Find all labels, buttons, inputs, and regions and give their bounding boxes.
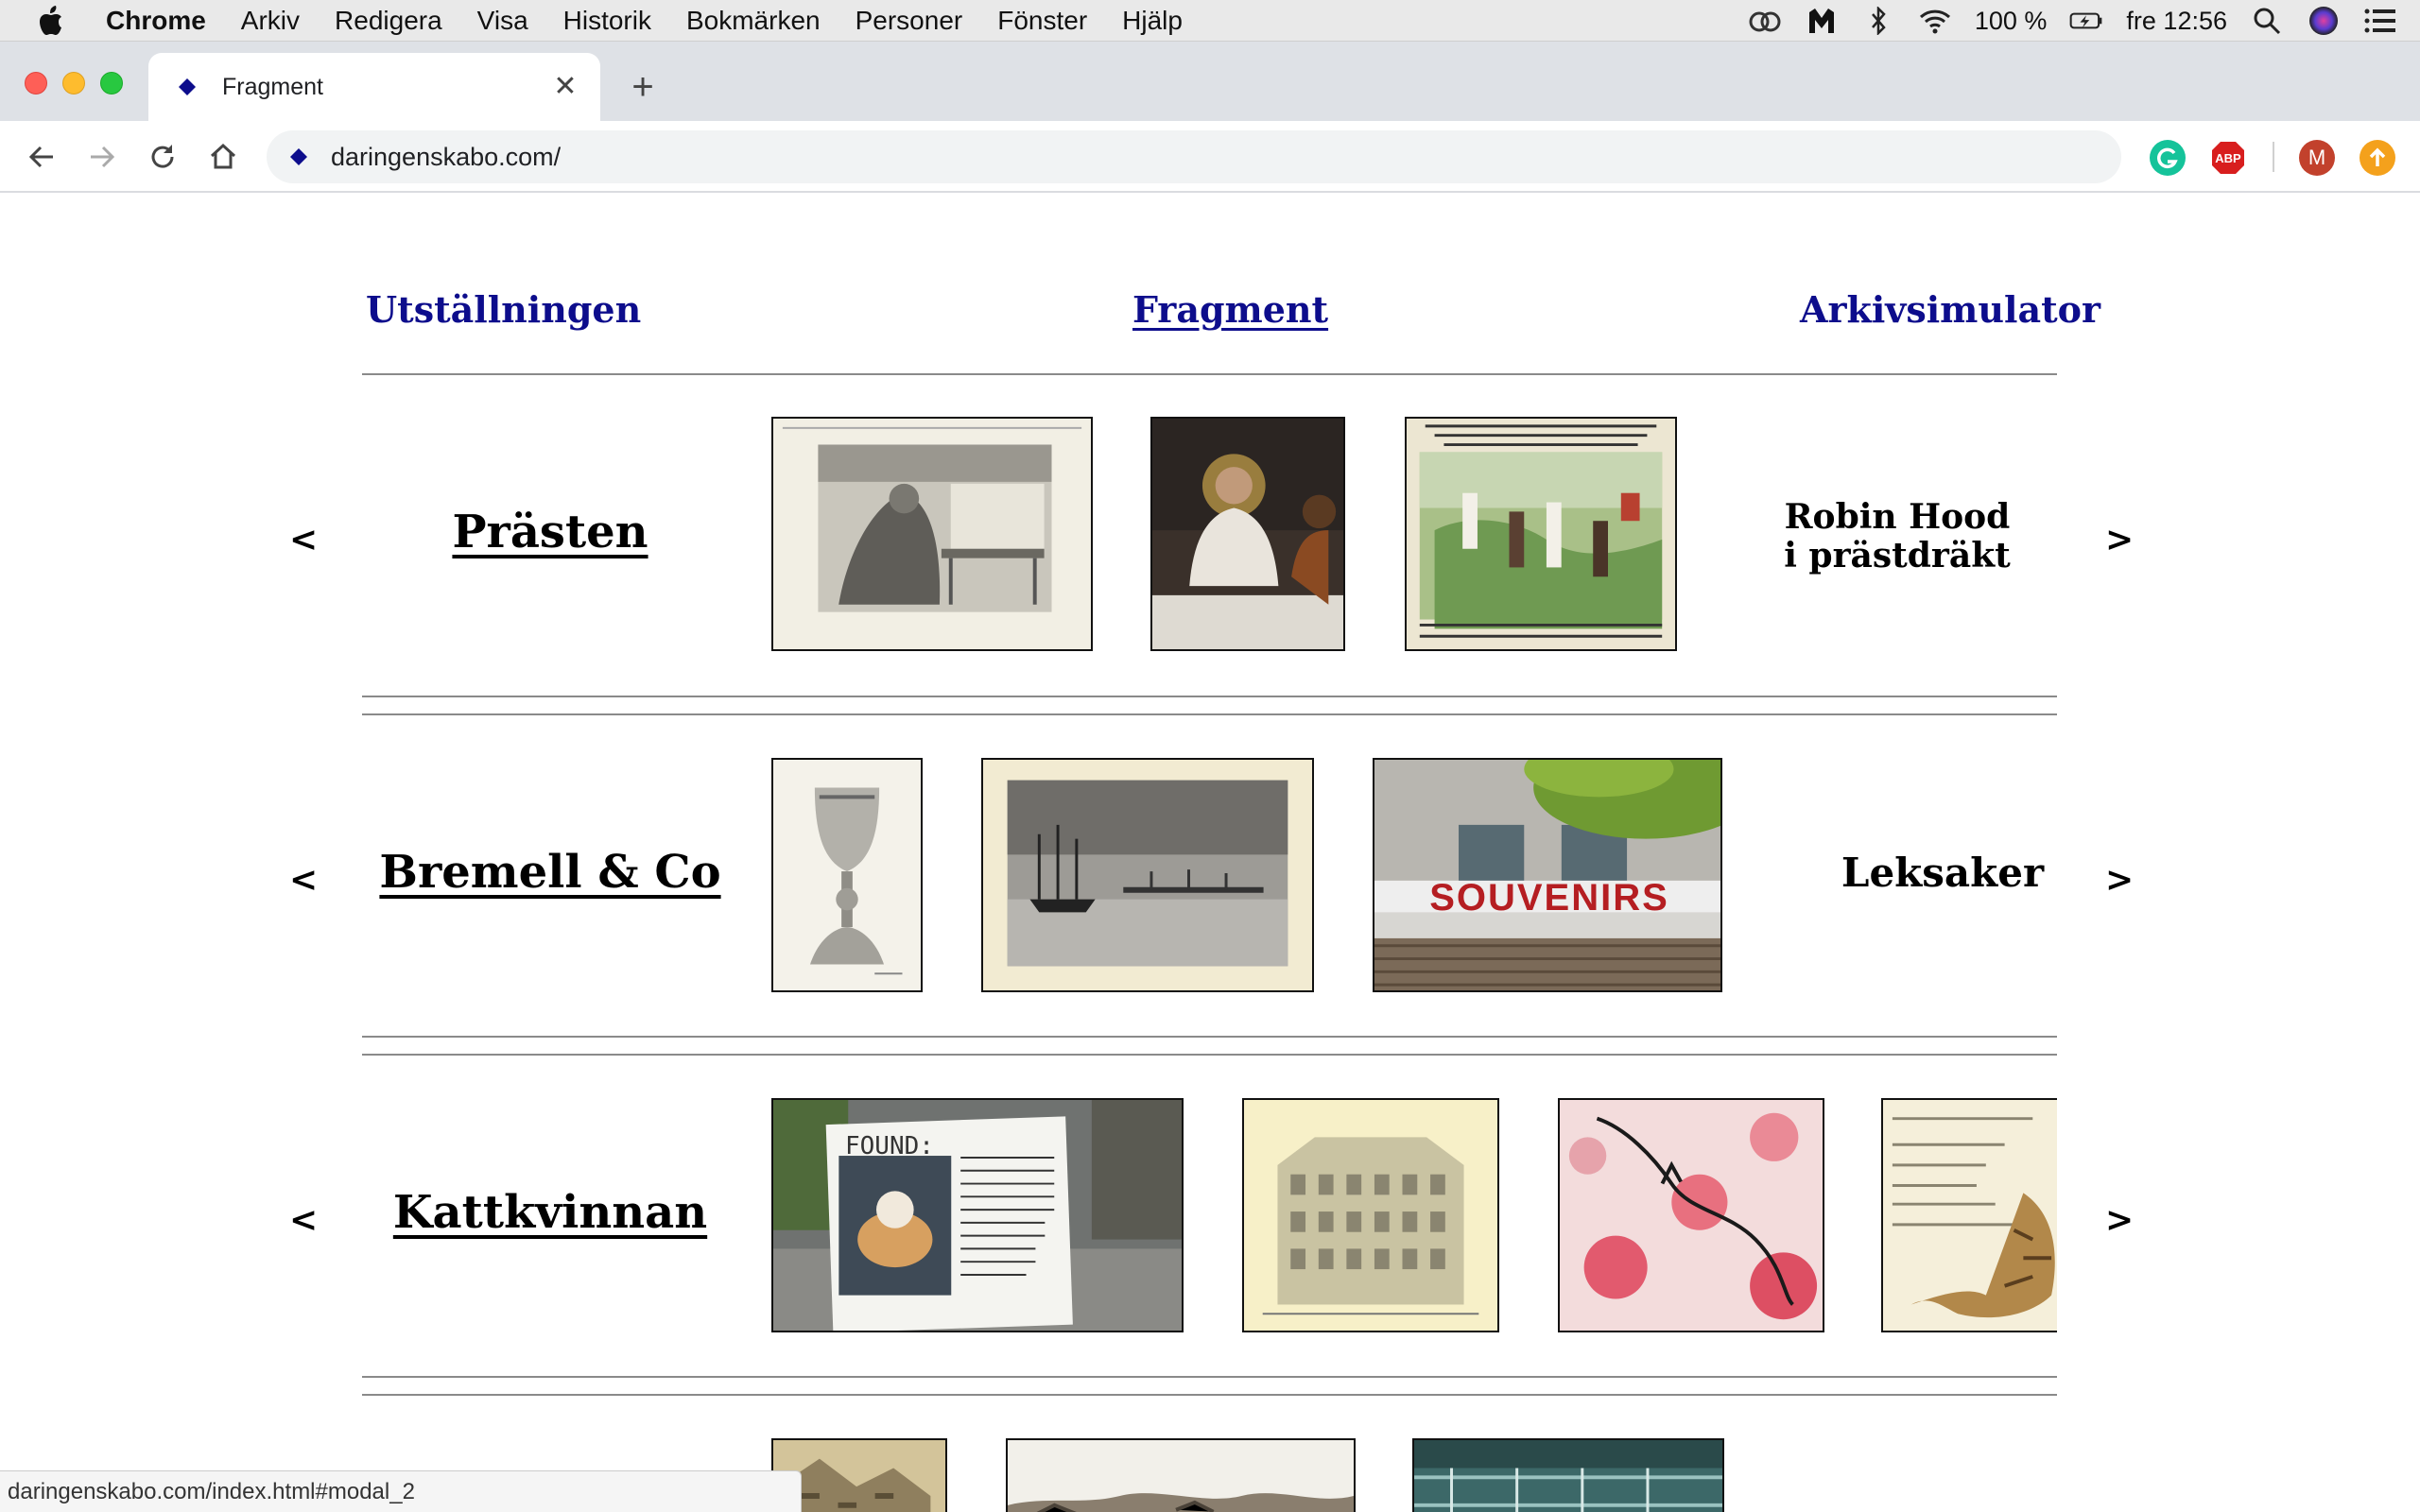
- address-url[interactable]: daringenskabo.com/: [331, 143, 561, 172]
- battery-icon[interactable]: [2069, 4, 2103, 38]
- thumb-painting-christ[interactable]: [1150, 417, 1345, 651]
- nav-link-arkivsimulator[interactable]: Arkivsimulator: [1800, 288, 2100, 331]
- window-minimize-button[interactable]: [62, 72, 85, 94]
- row-prev-arrow[interactable]: <: [289, 1200, 318, 1240]
- row-prev-arrow[interactable]: <: [289, 520, 318, 559]
- row-next-arrow[interactable]: >: [2105, 1200, 2134, 1240]
- nav-link-fragment[interactable]: Fragment: [1132, 288, 1328, 331]
- site-diamond-icon: [289, 147, 308, 166]
- row-title-bremell-co[interactable]: Bremell & Co: [378, 846, 722, 899]
- row-next-arrow[interactable]: >: [2105, 860, 2134, 900]
- row-title-prasten[interactable]: Prästen: [378, 506, 722, 558]
- menu-item-redigera[interactable]: Redigera: [335, 6, 442, 36]
- divider: [362, 1394, 2057, 1396]
- spotlight-search-icon[interactable]: [2250, 4, 2284, 38]
- tab-close-icon[interactable]: ✕: [551, 71, 579, 102]
- notification-center-icon[interactable]: [2363, 4, 2397, 38]
- menu-item-bokmarken[interactable]: Bokmärken: [686, 6, 821, 36]
- side-label-line-1: Robin Hood: [1784, 497, 2011, 537]
- found-poster-text: FOUND:: [845, 1132, 934, 1160]
- siri-icon[interactable]: [2307, 4, 2341, 38]
- address-bar[interactable]: daringenskabo.com/: [267, 130, 2121, 183]
- browser-tabstrip: Fragment ✕ +: [0, 42, 2420, 121]
- tab-title: Fragment: [222, 73, 323, 100]
- adblock-plus-icon[interactable]: ABP: [2210, 140, 2246, 176]
- side-label-line-2: i prästdräkt: [1784, 536, 2011, 576]
- thumb-embroidered-cat-fabric[interactable]: [1558, 1098, 1824, 1332]
- souvenirs-sign-text: SOUVENIRS: [1429, 877, 1669, 919]
- page-content: Utställningen Fragment Arkivsimulator < …: [0, 194, 2420, 1512]
- menu-item-visa[interactable]: Visa: [477, 6, 528, 36]
- divider: [362, 696, 2057, 697]
- thumb-found-kitten-poster-photo[interactable]: FOUND:: [771, 1098, 1184, 1332]
- forward-arrow-icon[interactable]: [83, 138, 121, 176]
- tab-fragment[interactable]: Fragment ✕: [148, 53, 600, 121]
- status-bar-link-preview: daringenskabo.com/index.html#modal_2: [0, 1470, 802, 1512]
- divider: [362, 1036, 2057, 1038]
- thumb-chalice-engraving[interactable]: [771, 758, 923, 992]
- thumb-book-page-cat[interactable]: [1881, 1098, 2057, 1332]
- malwarebytes-icon[interactable]: [1805, 4, 1839, 38]
- diamond-favicon-icon: [177, 77, 198, 97]
- home-icon[interactable]: [204, 138, 242, 176]
- divider: [362, 1054, 2057, 1056]
- nav-link-utstallningen[interactable]: Utställningen: [366, 288, 641, 331]
- divider: [362, 713, 2057, 715]
- menu-item-fonster[interactable]: Fönster: [997, 6, 1087, 36]
- menu-item-historik[interactable]: Historik: [563, 6, 651, 36]
- battery-percent: 100 %: [1974, 6, 2048, 35]
- update-arrow-icon[interactable]: [2360, 140, 2395, 176]
- row-prev-arrow[interactable]: <: [289, 860, 318, 900]
- creative-cloud-icon[interactable]: [1748, 4, 1782, 38]
- adblock-label: ABP: [2215, 150, 2241, 165]
- menu-item-hjalp[interactable]: Hjälp: [1122, 6, 1183, 36]
- thumb-rubble-photo[interactable]: [1006, 1438, 1356, 1512]
- reload-icon[interactable]: [144, 138, 182, 176]
- menubar-clock[interactable]: fre 12:56: [2126, 7, 2227, 36]
- menu-item-personer[interactable]: Personer: [856, 6, 963, 36]
- thumb-ships-engraving[interactable]: [981, 758, 1314, 992]
- row-title-kattkvinnan[interactable]: Kattkvinnan: [378, 1186, 722, 1239]
- bluetooth-icon[interactable]: [1861, 4, 1895, 38]
- grammarly-extension-icon[interactable]: [2150, 140, 2186, 176]
- row-side-label-leksaker[interactable]: Leksaker: [1824, 850, 2061, 896]
- window-zoom-button[interactable]: [100, 72, 123, 94]
- back-arrow-icon[interactable]: [23, 138, 60, 176]
- divider: [362, 373, 2057, 375]
- row-next-arrow[interactable]: >: [2105, 520, 2134, 559]
- wifi-icon[interactable]: [1918, 4, 1952, 38]
- menu-app-name[interactable]: Chrome: [106, 6, 206, 36]
- menu-item-arkiv[interactable]: Arkiv: [241, 6, 300, 36]
- thumb-interior-hall-photo[interactable]: [1412, 1438, 1724, 1512]
- apple-icon[interactable]: [38, 5, 66, 37]
- thumb-souvenirs-sign-photo[interactable]: SOUVENIRS: [1373, 758, 1722, 992]
- thumb-engraving-kneeling-figure[interactable]: [771, 417, 1093, 651]
- row-side-label-robin-hood[interactable]: Robin Hood i prästdräkt: [1768, 497, 2027, 576]
- profile-avatar[interactable]: M: [2299, 140, 2335, 176]
- toolbar-divider: [2273, 142, 2274, 172]
- thumb-illuminated-manuscript[interactable]: [1405, 417, 1677, 651]
- thumb-building-engraving[interactable]: [1242, 1098, 1499, 1332]
- divider: [362, 1376, 2057, 1378]
- new-tab-button[interactable]: +: [624, 68, 662, 106]
- macos-menubar: Chrome Arkiv Redigera Visa Historik Bokm…: [0, 0, 2420, 42]
- window-close-button[interactable]: [25, 72, 47, 94]
- browser-toolbar: daringenskabo.com/ ABP M: [0, 121, 2420, 193]
